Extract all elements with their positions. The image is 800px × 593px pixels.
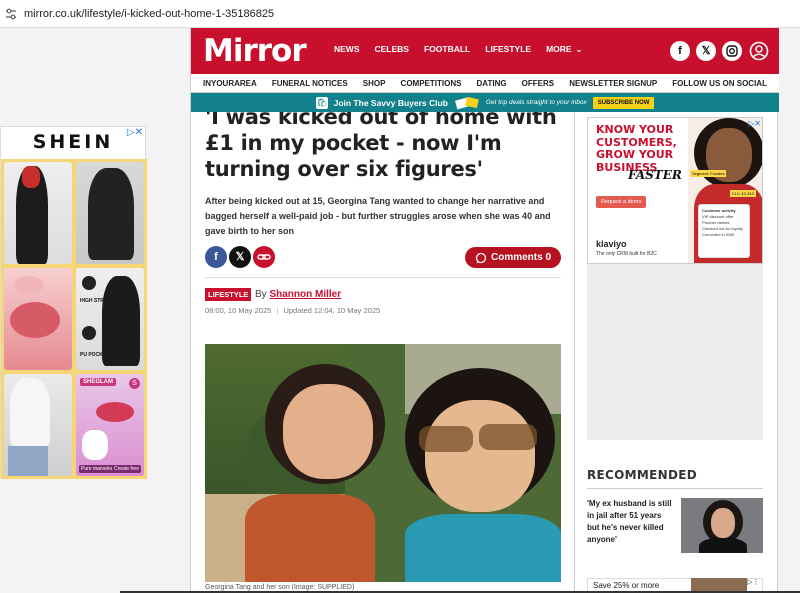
nav-news[interactable]: NEWS <box>334 44 360 54</box>
divider <box>205 277 561 278</box>
adchoices-icon[interactable]: ▷✕ <box>127 127 143 138</box>
product-tile[interactable] <box>4 374 72 476</box>
mirror-logo[interactable]: Mirror <box>203 33 307 69</box>
share-link-icon[interactable] <box>253 246 275 268</box>
main-nav: NEWS CELEBS FOOTBALL LIFESTYLE MORE ⌄ <box>334 44 582 54</box>
section-tag[interactable]: LIFESTYLE <box>205 288 252 301</box>
page-viewport: SHEIN ▷✕ HIGH STRETCH PU POCKETS SHEGLAM… <box>0 28 800 593</box>
site-settings-icon[interactable] <box>4 7 18 21</box>
subnav-follow[interactable]: FOLLOW US ON SOCIAL <box>672 79 767 88</box>
subnav-funeral-notices[interactable]: FUNERAL NOTICES <box>272 79 348 88</box>
subnav-inyourarea[interactable]: INYOURAREA <box>203 79 257 88</box>
ad-chip-segment: Segment: Foodies <box>690 170 727 177</box>
byline: By Shannon Miller <box>255 289 342 300</box>
headline-clip: 'I was kicked out of home with £1 in my … <box>191 112 561 192</box>
photo-caption: Georgina Tang and her son (Image: SUPPLI… <box>205 584 355 591</box>
adchoices-icon[interactable]: ▷⋮ <box>747 578 759 586</box>
ad-tagline: The only CRM built for B2C <box>596 251 657 257</box>
product-tile[interactable] <box>76 162 144 264</box>
share-facebook-icon[interactable]: f <box>205 246 227 268</box>
nav-lifestyle[interactable]: LIFESTYLE <box>485 44 531 54</box>
subnav-competitions[interactable]: COMPETITIONS <box>401 79 462 88</box>
nav-celebs[interactable]: CELEBS <box>375 44 409 54</box>
ad-chip-clv: CLV: £2,310 <box>730 190 756 197</box>
instagram-icon[interactable] <box>722 41 742 61</box>
published-time: 08:00, 10 May 2025 <box>205 306 272 315</box>
banner-subtitle: Get top deals straight to your inbox <box>485 99 587 106</box>
nav-football[interactable]: FOOTBALL <box>424 44 470 54</box>
product-tile[interactable]: HIGH STRETCH PU POCKETS <box>76 268 144 370</box>
subscribe-now-button[interactable]: SUBSCRIBE NOW <box>592 96 655 109</box>
subnav-offers[interactable]: OFFERS <box>522 79 554 88</box>
product-tile[interactable] <box>4 268 72 370</box>
sheglam-label: SHEGLAM <box>80 378 116 386</box>
comments-label: Comments 0 <box>490 252 551 263</box>
recommended-item-title[interactable]: 'My ex husband is still in jail after 51… <box>587 498 672 546</box>
subnav-dating[interactable]: DATING <box>477 79 507 88</box>
secondary-nav: INYOURAREA FUNERAL NOTICES SHOP COMPETIT… <box>191 74 779 93</box>
subnav-shop[interactable]: SHOP <box>363 79 386 88</box>
mirror-site: Mirror NEWS CELEBS FOOTBALL LIFESTYLE MO… <box>190 28 779 593</box>
savvy-buyers-banner[interactable]: 🛍 Join The Savvy Buyers Club Get top dea… <box>191 93 779 112</box>
adchoices-icon[interactable]: ▷✕ <box>748 119 761 128</box>
ad-faster: FASTER <box>628 168 682 182</box>
recommended-item-image[interactable] <box>681 498 763 553</box>
klaviyo-ad[interactable]: KNOW YOUR CUSTOMERS, GROW YOUR BUSINESS … <box>587 117 763 264</box>
shein-brand: SHEIN <box>32 131 114 153</box>
discount-cards-icon <box>454 96 480 109</box>
facebook-icon[interactable]: f <box>670 41 690 61</box>
customer-activity-panel: Customer activity VIP discount offer Pro… <box>698 204 750 258</box>
x-icon[interactable]: 𝕏 <box>696 41 716 61</box>
share-x-icon[interactable]: 𝕏 <box>229 246 251 268</box>
browser-address-bar[interactable]: mirror.co.uk/lifestyle/i-kicked-out-home… <box>0 0 800 28</box>
klaviyo-logo: klaviyo <box>596 239 627 249</box>
subnav-newsletter[interactable]: NEWSLETTER SIGNUP <box>569 79 657 88</box>
url-text[interactable]: mirror.co.uk/lifestyle/i-kicked-out-home… <box>24 8 274 20</box>
masthead: Mirror NEWS CELEBS FOOTBALL LIFESTYLE MO… <box>191 28 779 74</box>
s-badge: S <box>129 378 140 389</box>
divider <box>587 488 763 489</box>
account-icon[interactable] <box>749 41 769 61</box>
article-headline: 'I was kicked out of home with £1 in my … <box>205 112 557 181</box>
ad-placeholder <box>587 264 763 440</box>
shein-product-grid: HIGH STRETCH PU POCKETS SHEGLAM S Pure m… <box>1 159 147 479</box>
comments-button[interactable]: Comments 0 <box>465 247 561 268</box>
updated-time: Updated 12:04, 10 May 2025 <box>283 306 381 315</box>
speech-bubble-icon <box>475 252 487 263</box>
product-tile[interactable]: SHEGLAM S Pure marvelous Create free <box>76 374 144 476</box>
shein-ad[interactable]: SHEIN ▷✕ HIGH STRETCH PU POCKETS SHEGLAM… <box>0 126 147 479</box>
banner-title: Join The Savvy Buyers Club <box>333 97 448 108</box>
article-standfirst: After being kicked out at 15, Georgina T… <box>205 196 551 236</box>
ad-headline: KNOW YOUR CUSTOMERS, GROW YOUR BUSINESS <box>596 123 677 174</box>
author-link[interactable]: Shannon Miller <box>269 289 341 300</box>
product-tile[interactable] <box>4 162 72 264</box>
column-divider <box>574 112 575 593</box>
nav-more[interactable]: MORE ⌄ <box>546 44 582 54</box>
chevron-down-icon: ⌄ <box>575 45 583 54</box>
request-demo-button[interactable]: Request a demo <box>596 196 647 208</box>
article-photo[interactable] <box>205 344 561 582</box>
article-dates: 08:00, 10 May 2025 | Updated 12:04, 10 M… <box>205 306 381 315</box>
recommended-heading: RECOMMENDED <box>587 468 697 482</box>
shopping-bag-icon: 🛍 <box>315 96 328 109</box>
